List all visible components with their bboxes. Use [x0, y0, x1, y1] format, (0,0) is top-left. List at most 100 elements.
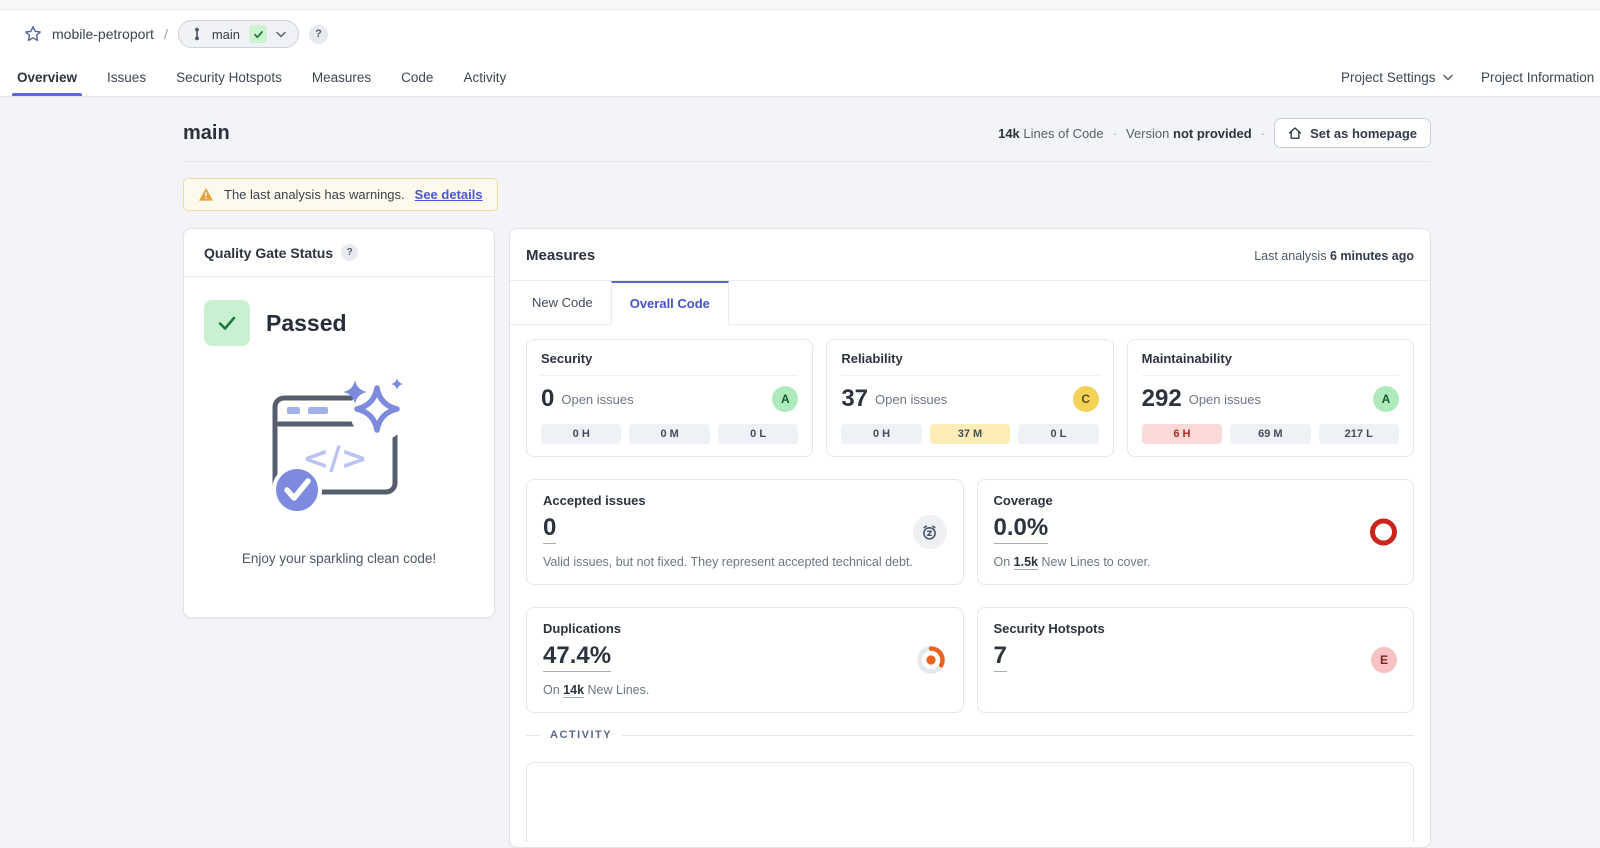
tab-code[interactable]: Code: [386, 58, 448, 96]
last-analysis: Last analysis 6 minutes ago: [1254, 249, 1414, 263]
title-divider: [183, 161, 1431, 162]
security-hotspots-card: Security Hotspots 7 E: [977, 607, 1415, 713]
coverage-context: On 1.5k New Lines to cover.: [994, 555, 1398, 569]
maintainability-medium-pill[interactable]: 69 M: [1230, 424, 1310, 444]
warning-message: The last analysis has warnings.: [224, 187, 405, 202]
maintainability-open-issues-label: Open issues: [1189, 392, 1261, 407]
browser-top-strip: [0, 0, 1600, 10]
coverage-context-prefix: On: [994, 555, 1011, 569]
accepted-issues-title: Accepted issues: [543, 493, 947, 508]
loc-label: Lines of Code: [1023, 126, 1103, 141]
chevron-down-icon: [1443, 74, 1453, 81]
coverage-value[interactable]: 0.0%: [994, 513, 1049, 544]
breadcrumb-project-name[interactable]: mobile-petroport: [52, 26, 154, 42]
overview-page: main 14k Lines of Code · Version not pro…: [183, 98, 1431, 848]
security-open-issues-label: Open issues: [561, 392, 633, 407]
activity-graph-card: [526, 762, 1414, 842]
project-information-link[interactable]: Project Information: [1481, 58, 1594, 96]
branch-status-passed-icon: [249, 25, 267, 43]
reliability-title: Reliability: [841, 351, 1098, 376]
duplications-title: Duplications: [543, 621, 947, 636]
duplications-lines-value[interactable]: 14k: [563, 683, 584, 698]
project-meta: 14k Lines of Code · Version not provided…: [998, 118, 1431, 148]
tab-overall-code[interactable]: Overall Code: [611, 281, 729, 325]
passed-check-icon: [204, 300, 250, 346]
set-homepage-label: Set as homepage: [1310, 126, 1417, 141]
security-low-pill[interactable]: 0 L: [718, 424, 798, 444]
measures-panel: Measures Last analysis 6 minutes ago New…: [509, 228, 1431, 848]
home-icon: [1288, 126, 1302, 140]
clean-code-illustration: </>: [184, 372, 494, 529]
duplications-context: On 14k New Lines.: [543, 683, 947, 697]
security-rating-card: Security 0 Open issues A 0 H 0 M 0 L: [526, 339, 813, 457]
branch-selector[interactable]: main: [178, 20, 299, 48]
tab-security-hotspots[interactable]: Security Hotspots: [161, 58, 297, 96]
maintainability-rating-card: Maintainability 292 Open issues A 6 H 69…: [1127, 339, 1414, 457]
accepted-issues-card: Accepted issues 0 Valid issues, but not …: [526, 479, 964, 585]
accepted-issues-value[interactable]: 0: [543, 513, 556, 544]
coverage-ring-icon: [1370, 519, 1397, 546]
tab-issues[interactable]: Issues: [92, 58, 161, 96]
maintainability-open-issues-count[interactable]: 292: [1142, 385, 1182, 413]
set-homepage-button[interactable]: Set as homepage: [1274, 118, 1431, 148]
security-hotspots-title: Security Hotspots: [994, 621, 1398, 636]
branch-help-icon[interactable]: ?: [309, 25, 328, 44]
security-hotspots-value[interactable]: 7: [994, 641, 1007, 672]
meta-dot: ·: [1261, 126, 1265, 141]
tab-new-code[interactable]: New Code: [514, 281, 611, 324]
tab-overview[interactable]: Overview: [2, 58, 92, 96]
last-analysis-label: Last analysis: [1254, 249, 1326, 263]
code-scope-tabs: New Code Overall Code: [510, 281, 1430, 325]
project-settings-menu[interactable]: Project Settings: [1341, 58, 1453, 96]
security-medium-pill[interactable]: 0 M: [629, 424, 709, 444]
accepted-issues-description: Valid issues, but not fixed. They repres…: [543, 555, 947, 569]
reliability-open-issues-label: Open issues: [875, 392, 947, 407]
activity-divider: ACTIVITY: [526, 735, 1414, 736]
project-header: mobile-petroport / main ? Overview Issue…: [0, 10, 1600, 97]
favorite-star-icon[interactable]: [24, 25, 42, 43]
maintainability-title: Maintainability: [1142, 351, 1399, 376]
coverage-lines-value[interactable]: 1.5k: [1014, 555, 1038, 570]
version-value: not provided: [1173, 126, 1252, 141]
branch-icon: [191, 27, 203, 41]
security-open-issues-count[interactable]: 0: [541, 385, 554, 413]
measures-title: Measures: [526, 247, 595, 264]
page-title: main: [183, 122, 230, 145]
last-analysis-value: 6 minutes ago: [1330, 249, 1414, 263]
quality-gate-title: Quality Gate Status: [204, 245, 333, 261]
coverage-context-suffix: New Lines to cover.: [1042, 555, 1151, 569]
duplications-donut-icon: [915, 644, 947, 676]
security-grade-badge: A: [772, 386, 798, 412]
reliability-low-pill[interactable]: 0 L: [1018, 424, 1098, 444]
maintainability-high-pill[interactable]: 6 H: [1142, 424, 1222, 444]
branch-name: main: [212, 27, 240, 42]
meta-dot: ·: [1113, 126, 1117, 141]
project-settings-label: Project Settings: [1341, 70, 1436, 85]
quality-gate-card: Quality Gate Status ? Passed </>: [183, 228, 495, 618]
coverage-title: Coverage: [994, 493, 1398, 508]
security-high-pill[interactable]: 0 H: [541, 424, 621, 444]
duplications-value[interactable]: 47.4%: [543, 641, 611, 672]
coverage-card: Coverage 0.0% On 1.5k New Lines to cover…: [977, 479, 1415, 585]
breadcrumb-separator: /: [164, 26, 168, 42]
project-nav: Overview Issues Security Hotspots Measur…: [0, 58, 1600, 96]
maintainability-grade-badge: A: [1373, 386, 1399, 412]
loc-value: 14k: [998, 126, 1020, 141]
security-title: Security: [541, 351, 798, 376]
duplications-card: Duplications 47.4% On 14k New Lines.: [526, 607, 964, 713]
analysis-warning-banner: The last analysis has warnings. See deta…: [183, 178, 498, 211]
tab-measures[interactable]: Measures: [297, 58, 386, 96]
see-details-link[interactable]: See details: [415, 187, 483, 202]
tab-activity[interactable]: Activity: [448, 58, 521, 96]
security-hotspots-grade-badge: E: [1371, 647, 1397, 673]
reliability-medium-pill[interactable]: 37 M: [930, 424, 1010, 444]
duplications-context-prefix: On: [543, 683, 560, 697]
reliability-open-issues-count[interactable]: 37: [841, 385, 868, 413]
quality-gate-help-icon[interactable]: ?: [341, 244, 358, 261]
maintainability-low-pill[interactable]: 217 L: [1319, 424, 1399, 444]
quality-gate-status: Passed: [266, 310, 347, 337]
clean-code-caption: Enjoy your sparkling clean code!: [184, 551, 494, 566]
reliability-rating-card: Reliability 37 Open issues C 0 H 37 M 0 …: [826, 339, 1113, 457]
chevron-down-icon: [276, 31, 286, 38]
reliability-high-pill[interactable]: 0 H: [841, 424, 921, 444]
